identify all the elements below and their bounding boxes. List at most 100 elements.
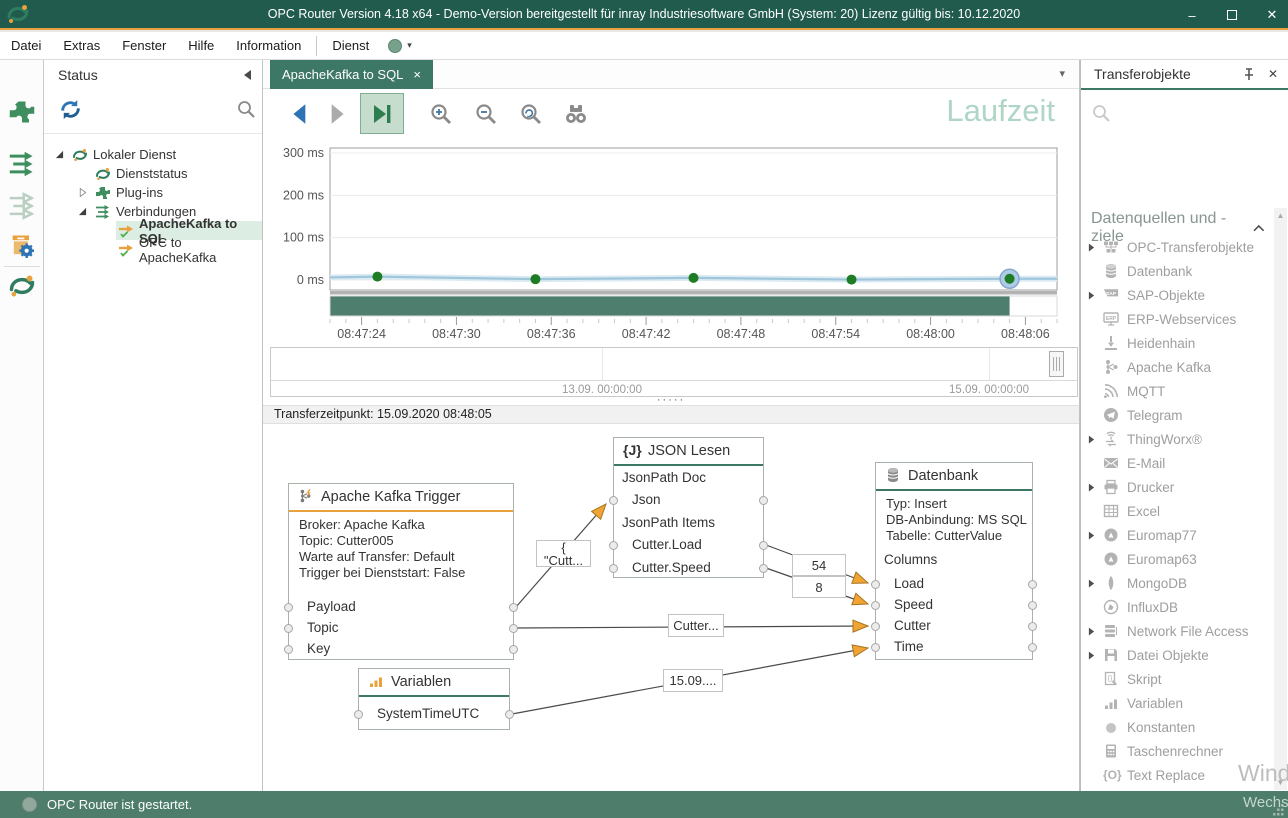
transfer-object-item[interactable]: Euromap77 bbox=[1081, 523, 1277, 547]
transfer-object-item[interactable]: Heidenhain bbox=[1081, 331, 1277, 355]
port-dot-right[interactable] bbox=[1028, 622, 1037, 631]
zoom-in-button[interactable] bbox=[428, 101, 454, 127]
nav-forward-button[interactable] bbox=[323, 101, 349, 127]
data-point[interactable] bbox=[1005, 274, 1015, 284]
port-dot-right[interactable] bbox=[1028, 643, 1037, 652]
port-dot-left[interactable] bbox=[871, 622, 880, 631]
port-dot-left[interactable] bbox=[871, 601, 880, 610]
transfer-object-item[interactable]: Excel bbox=[1081, 499, 1277, 523]
transfer-object-item[interactable]: ERPERP-Webservices bbox=[1081, 307, 1277, 331]
transfer-object-item[interactable]: Drucker bbox=[1081, 475, 1277, 499]
menu-datei[interactable]: Datei bbox=[0, 32, 52, 59]
panel-close-icon[interactable]: ✕ bbox=[1268, 67, 1278, 81]
transfer-object-item[interactable]: {}Skript bbox=[1081, 667, 1277, 691]
find-button[interactable] bbox=[563, 101, 589, 127]
port-dot-right[interactable] bbox=[1028, 580, 1037, 589]
template-connections-icon[interactable] bbox=[8, 192, 36, 220]
refresh-icon[interactable] bbox=[57, 96, 84, 123]
opc-router-icon[interactable] bbox=[8, 272, 36, 300]
flow-node-vars[interactable]: VariablenSystemTimeUTC bbox=[358, 668, 510, 730]
port-dot-left[interactable] bbox=[609, 564, 618, 573]
project-settings-icon[interactable] bbox=[8, 232, 36, 260]
flow-canvas[interactable]: {"Cutt...548Cutter...15.09....Apache Kaf… bbox=[263, 424, 1079, 791]
flow-node-db[interactable]: DatenbankTyp: InsertDB-Anbindung: MS SQL… bbox=[875, 462, 1033, 660]
service-status-icon[interactable] bbox=[388, 39, 402, 53]
range-bar[interactable] bbox=[330, 296, 1010, 316]
transfer-object-item[interactable]: Datenbank bbox=[1081, 259, 1277, 283]
runtime-chart[interactable]: 0 ms100 ms200 ms300 ms08:47:2408:47:3008… bbox=[263, 138, 1080, 347]
tree-expander-icon[interactable] bbox=[78, 207, 88, 217]
zoom-reset-button[interactable] bbox=[518, 101, 544, 127]
tree-item[interactable]: Plug-ins bbox=[44, 183, 262, 202]
transfer-object-item[interactable]: Variablen bbox=[1081, 691, 1277, 715]
data-point[interactable] bbox=[847, 275, 857, 285]
timeline-range-selector[interactable]: 13.09. 00:00:00 15.09. 00:00:00 bbox=[270, 347, 1078, 397]
nav-skip-to-latest-button[interactable] bbox=[360, 93, 404, 134]
transfer-object-item[interactable]: Apache Kafka bbox=[1081, 355, 1277, 379]
tab-apachekafka-to-sql[interactable]: ApacheKafka to SQL × bbox=[270, 60, 433, 89]
service-caret-icon[interactable]: ▾ bbox=[407, 40, 412, 51]
data-point[interactable] bbox=[530, 274, 540, 284]
port-dot-right[interactable] bbox=[759, 541, 768, 550]
transfer-object-item[interactable]: MQTT bbox=[1081, 379, 1277, 403]
menu-fenster[interactable]: Fenster bbox=[111, 32, 177, 59]
pin-icon[interactable] bbox=[1242, 67, 1256, 81]
port-dot-right[interactable] bbox=[505, 710, 514, 719]
menu-hilfe[interactable]: Hilfe bbox=[177, 32, 225, 59]
search-icon[interactable] bbox=[236, 99, 256, 119]
timeline-handle[interactable] bbox=[1049, 351, 1064, 377]
transfer-object-item[interactable]: SAPSAP-Objekte bbox=[1081, 283, 1277, 307]
group-collapse-icon[interactable] bbox=[1253, 224, 1265, 232]
data-point[interactable] bbox=[689, 273, 699, 283]
port-dot-left[interactable] bbox=[609, 541, 618, 550]
tree-expander-icon[interactable] bbox=[78, 188, 88, 198]
menu-dienst[interactable]: Dienst bbox=[321, 32, 380, 59]
item-expander-icon[interactable] bbox=[1088, 627, 1095, 636]
transfer-object-item[interactable]: Datei Objekte bbox=[1081, 643, 1277, 667]
node-header[interactable]: Apache Kafka Trigger bbox=[289, 484, 513, 512]
tree-item[interactable]: Dienststatus bbox=[44, 164, 262, 183]
item-expander-icon[interactable] bbox=[1088, 243, 1095, 252]
tree-item[interactable]: Lokaler Dienst bbox=[44, 145, 262, 164]
tree-item[interactable]: OPC to ApacheKafka bbox=[44, 240, 262, 259]
connections-icon[interactable] bbox=[8, 150, 36, 178]
tab-list-dropdown-icon[interactable]: ▾ bbox=[1059, 67, 1065, 80]
port-dot-right[interactable] bbox=[759, 564, 768, 573]
transfer-object-item[interactable]: E-Mail bbox=[1081, 451, 1277, 475]
port-dot-left[interactable] bbox=[354, 710, 363, 719]
item-expander-icon[interactable] bbox=[1088, 291, 1095, 300]
minimize-button[interactable]: – bbox=[1184, 8, 1200, 23]
item-expander-icon[interactable] bbox=[1088, 579, 1095, 588]
port-dot-right[interactable] bbox=[759, 496, 768, 505]
nav-back-button[interactable] bbox=[288, 101, 314, 127]
menu-information[interactable]: Information bbox=[225, 32, 312, 59]
tab-close-icon[interactable]: × bbox=[413, 67, 421, 82]
collapse-panel-icon[interactable] bbox=[243, 70, 252, 80]
transfer-object-item[interactable]: ThingWorx® bbox=[1081, 427, 1277, 451]
data-point[interactable] bbox=[372, 272, 382, 282]
plugins-icon[interactable] bbox=[8, 98, 36, 126]
port-dot-left[interactable] bbox=[871, 643, 880, 652]
maximize-button[interactable] bbox=[1224, 8, 1240, 23]
menu-extras[interactable]: Extras bbox=[52, 32, 111, 59]
horizontal-splitter[interactable]: ····· bbox=[263, 397, 1079, 405]
node-header[interactable]: {J}JSON Lesen bbox=[614, 438, 763, 466]
close-button[interactable]: ✕ bbox=[1264, 7, 1280, 23]
port-dot-left[interactable] bbox=[284, 603, 293, 612]
port-dot-left[interactable] bbox=[871, 580, 880, 589]
item-expander-icon[interactable] bbox=[1088, 531, 1095, 540]
port-dot-left[interactable] bbox=[284, 645, 293, 654]
transfer-object-item[interactable]: MongoDB bbox=[1081, 571, 1277, 595]
transfer-object-item[interactable]: OPC-Transferobjekte bbox=[1081, 235, 1277, 259]
flow-node-json[interactable]: {J}JSON LesenJsonPath DocJsonJsonPath It… bbox=[613, 437, 764, 578]
transfer-object-item[interactable]: Network File Access bbox=[1081, 619, 1277, 643]
port-dot-left[interactable] bbox=[609, 496, 618, 505]
item-expander-icon[interactable] bbox=[1088, 483, 1095, 492]
item-expander-icon[interactable] bbox=[1088, 651, 1095, 660]
port-dot-right[interactable] bbox=[509, 645, 518, 654]
node-header[interactable]: Variablen bbox=[359, 669, 509, 697]
transfer-object-item[interactable]: Konstanten bbox=[1081, 715, 1277, 739]
item-expander-icon[interactable] bbox=[1088, 435, 1095, 444]
scrollbar[interactable]: ▲▼ bbox=[1274, 208, 1287, 790]
flow-node-kafka[interactable]: Apache Kafka TriggerBroker: Apache Kafka… bbox=[288, 483, 514, 660]
